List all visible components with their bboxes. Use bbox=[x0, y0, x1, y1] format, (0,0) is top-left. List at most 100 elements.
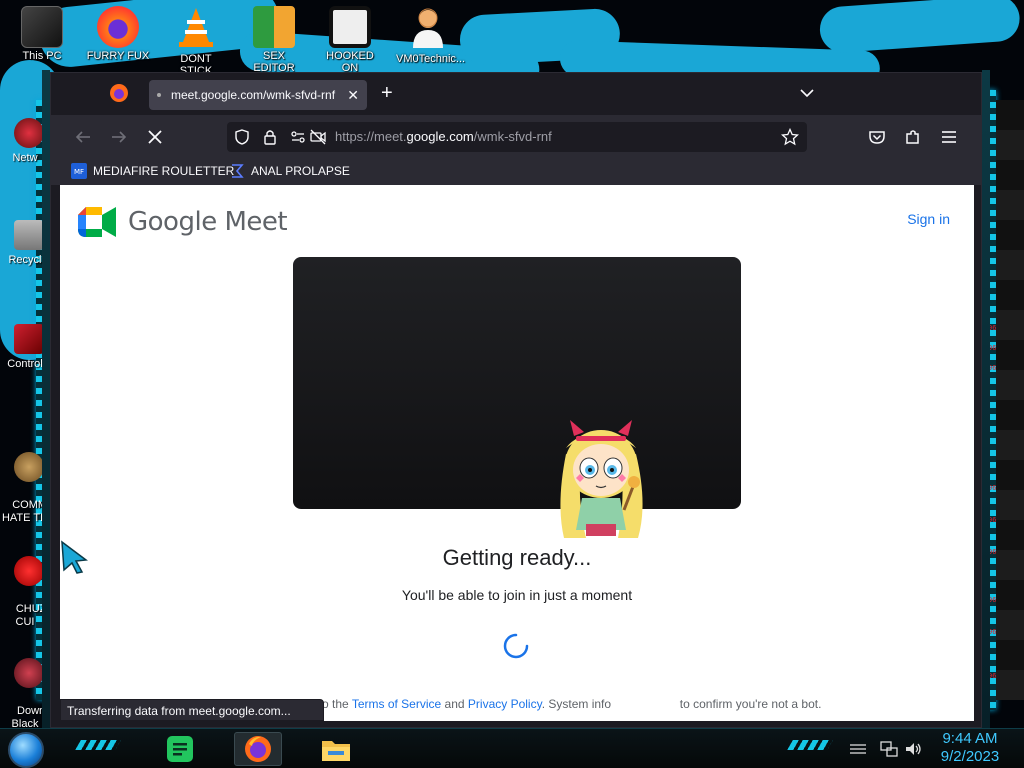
wallpaper-panel bbox=[996, 100, 1024, 700]
firefox-icon bbox=[97, 6, 139, 48]
bookmark-label: ANAL PROLAPSE bbox=[251, 164, 350, 178]
window-frame-right bbox=[982, 70, 990, 728]
address-bar[interactable]: https://meet.google.com/wmk-sfvd-rnf bbox=[227, 122, 807, 152]
control-panel-icon bbox=[14, 324, 44, 354]
legal-text: to confirm you're not a bot. bbox=[679, 697, 822, 711]
chevron-down-icon[interactable] bbox=[799, 85, 815, 101]
legal-text: . System info bbox=[541, 697, 612, 711]
hamburger-menu-icon[interactable] bbox=[939, 127, 959, 147]
taskbar: 9:44 AM 9/2/2023 bbox=[0, 728, 1024, 768]
camera-blocked-icon[interactable] bbox=[309, 128, 327, 146]
status-tooltip: Transferring data from meet.google.com..… bbox=[60, 699, 324, 721]
start-button[interactable] bbox=[8, 732, 44, 768]
tab-bar: meet.google.com/wmk-sfvd-rnf ✕ + bbox=[51, 73, 981, 115]
getting-ready-heading: Getting ready... bbox=[442, 545, 592, 570]
desktop-icon-label: Control bbox=[7, 358, 43, 370]
permissions-icon[interactable] bbox=[289, 128, 307, 146]
taskbar-decoration bbox=[787, 740, 833, 750]
url-prefix: https://meet. bbox=[335, 129, 407, 144]
bookmark-second[interactable]: ANAL PROLAPSE bbox=[229, 163, 350, 179]
taskbar-app-file-explorer[interactable] bbox=[312, 732, 360, 766]
sign-in-link[interactable]: Sign in bbox=[907, 211, 950, 227]
forward-arrow-icon[interactable] bbox=[109, 127, 129, 147]
legal-text: and bbox=[444, 697, 465, 711]
getting-ready-subtext: You'll be able to join in just a moment bbox=[401, 587, 633, 603]
computer-icon bbox=[21, 6, 63, 48]
svg-text:MF: MF bbox=[74, 168, 84, 176]
taskbar-app-notes[interactable] bbox=[156, 732, 204, 766]
desktop-icon-vm0technic[interactable]: VM0Technic... bbox=[396, 6, 465, 65]
tray-overflow-icon[interactable] bbox=[848, 741, 868, 757]
spotify-like-icon bbox=[167, 736, 193, 762]
google-meet-wordmark: Google Meet bbox=[128, 207, 288, 237]
desktop-icon-furry-fux[interactable]: FURRY FUX bbox=[86, 6, 150, 62]
tracking-shield-icon[interactable] bbox=[233, 128, 251, 146]
clock-time: 9:44 AM bbox=[942, 730, 998, 747]
loading-spinner-icon bbox=[503, 633, 529, 659]
wallpaper-stroke bbox=[818, 0, 1022, 54]
legal-text: o the bbox=[322, 697, 349, 711]
star-bookmark-icon[interactable] bbox=[781, 128, 799, 146]
network-tray-icon[interactable] bbox=[880, 741, 898, 757]
desktop-icon-label: Recycl bbox=[8, 254, 42, 266]
desktop-icon-label: This PC bbox=[22, 50, 62, 62]
stop-loading-icon[interactable] bbox=[145, 127, 165, 147]
tab-meet[interactable]: meet.google.com/wmk-sfvd-rnf ✕ bbox=[149, 80, 367, 110]
network-icon bbox=[14, 118, 44, 148]
tab-loading-dot-icon bbox=[157, 93, 161, 97]
privacy-policy-link[interactable]: Privacy Policy bbox=[468, 697, 542, 711]
desktop-icon-sex-editor[interactable]: SEX EDITOR bbox=[242, 6, 306, 74]
lock-icon[interactable] bbox=[261, 128, 279, 146]
desktop-icon-label: Down Black bbox=[11, 705, 46, 728]
legal-notice: o the Terms of Service and Privacy Polic… bbox=[322, 697, 821, 711]
tab-title: meet.google.com/wmk-sfvd-rnf bbox=[171, 88, 336, 102]
pocket-icon[interactable] bbox=[867, 127, 887, 147]
clock-date: 9/2/2023 bbox=[940, 748, 1000, 765]
address-url: https://meet.google.com/wmk-sfvd-rnf bbox=[335, 129, 552, 144]
brand-meet: Meet bbox=[224, 207, 288, 237]
mediafire-icon: MF bbox=[71, 163, 87, 179]
recycle-bin-icon bbox=[14, 220, 44, 250]
money-bag-icon bbox=[14, 452, 44, 482]
bookmarks-toolbar: MF MEDIAFIRE ROULETTER ANAL PROLAPSE bbox=[51, 159, 981, 185]
terms-of-service-link[interactable]: Terms of Service bbox=[352, 697, 441, 711]
extensions-puzzle-icon[interactable] bbox=[903, 127, 923, 147]
system-clock[interactable]: 9:44 AM 9/2/2023 bbox=[930, 730, 1010, 766]
bookmark-mediafire[interactable]: MF MEDIAFIRE ROULETTER bbox=[71, 163, 234, 179]
sigma-icon bbox=[232, 164, 244, 178]
brand-google: Google bbox=[128, 207, 217, 237]
firefox-icon[interactable] bbox=[109, 83, 129, 103]
desktop-icon-dont-stick[interactable]: DONT STICK bbox=[164, 6, 228, 77]
web-page: Google Meet Sign in Getting ready... You… bbox=[60, 185, 974, 721]
back-arrow-icon[interactable] bbox=[73, 127, 93, 147]
vlc-cone-icon bbox=[179, 8, 213, 47]
download-icon bbox=[14, 658, 44, 688]
firefox-window: meet.google.com/wmk-sfvd-rnf ✕ + https:/… bbox=[50, 72, 982, 728]
desktop-icon-this-pc[interactable]: This PC bbox=[10, 6, 74, 62]
bookmark-label: MEDIAFIRE ROULETTER bbox=[93, 164, 235, 178]
folder-icon bbox=[322, 741, 350, 761]
google-meet-logo-icon bbox=[78, 207, 116, 237]
desktop-icon-label: FURRY FUX bbox=[86, 50, 150, 62]
maze-icon bbox=[329, 6, 371, 48]
taskbar-decoration bbox=[75, 740, 121, 750]
desktop-icon-hooked-on[interactable]: HOOKED ON bbox=[318, 6, 382, 74]
url-domain: google.com bbox=[406, 129, 474, 144]
window-frame-left bbox=[42, 70, 50, 728]
mouse-cursor-icon bbox=[61, 540, 88, 574]
doctor-icon bbox=[413, 8, 443, 48]
video-preview bbox=[293, 257, 741, 509]
hex-editor-icon bbox=[253, 6, 295, 48]
desktop-icon-label: VM0Technic... bbox=[396, 53, 466, 65]
tab-close-icon[interactable]: ✕ bbox=[347, 87, 359, 104]
red-creature-icon bbox=[14, 556, 44, 586]
firefox-icon bbox=[245, 736, 271, 762]
desktop-icon-label: Netw bbox=[12, 152, 38, 164]
desktop-icon-label: HOOKED ON bbox=[326, 50, 374, 74]
desktop-icon-label: SEX EDITOR bbox=[253, 50, 295, 74]
cartoon-girl-sticker bbox=[560, 420, 643, 538]
url-path: /wmk-sfvd-rnf bbox=[473, 129, 552, 144]
taskbar-app-firefox[interactable] bbox=[234, 732, 282, 766]
new-tab-icon[interactable]: + bbox=[381, 83, 393, 103]
volume-icon[interactable] bbox=[904, 741, 922, 757]
